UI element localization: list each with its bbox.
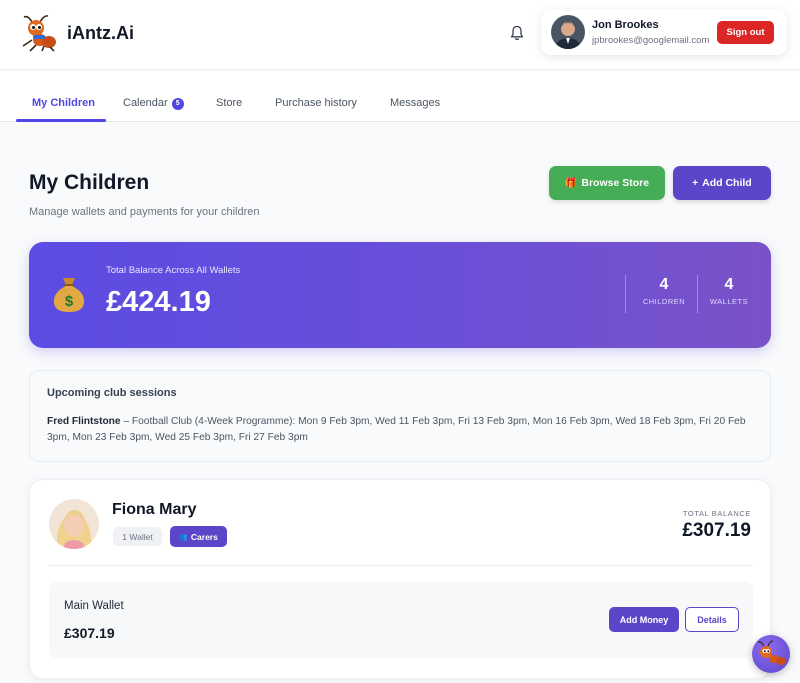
tab-store[interactable]: Store bbox=[216, 97, 242, 109]
user-name: Jon Brookes bbox=[592, 19, 659, 31]
gift-icon: 🎁 bbox=[564, 177, 578, 189]
card-divider bbox=[49, 565, 753, 566]
money-bag-icon: $ bbox=[53, 278, 85, 312]
child-avatar bbox=[49, 499, 99, 549]
child-total-balance-value: £307.19 bbox=[682, 520, 751, 541]
carers-button[interactable]: 👥 Carers bbox=[170, 526, 227, 547]
main-tabs: My Children Calendar 5 Store Purchase his… bbox=[0, 71, 800, 122]
carers-label: Carers bbox=[190, 531, 218, 542]
calendar-count-badge: 5 bbox=[171, 97, 184, 110]
tab-calendar[interactable]: Calendar 5 bbox=[123, 97, 184, 110]
svg-text:$: $ bbox=[65, 293, 74, 310]
session-entry: Fred Flintstone – Football Club (4-Week … bbox=[47, 414, 762, 446]
page-subtitle: Manage wallets and payments for your chi… bbox=[29, 206, 260, 218]
tab-messages[interactable]: Messages bbox=[390, 97, 440, 109]
wallet-count-tag: 1 Wallet bbox=[113, 527, 162, 546]
children-count: 4 bbox=[659, 276, 669, 293]
people-icon: 👥 bbox=[179, 533, 188, 541]
upcoming-sessions-panel: Upcoming club sessions Fred Flintstone –… bbox=[29, 370, 771, 462]
browse-store-label: Browse Store bbox=[581, 177, 650, 189]
stat-divider bbox=[697, 275, 698, 313]
children-stat: 4 CHILDREN bbox=[634, 276, 694, 306]
plus-icon: + bbox=[692, 177, 699, 189]
tab-calendar-label: Calendar bbox=[123, 97, 168, 109]
active-tab-indicator bbox=[16, 119, 106, 122]
wallets-stat: 4 WALLETS bbox=[699, 276, 759, 306]
child-name: Fiona Mary bbox=[112, 501, 197, 518]
tab-my-children[interactable]: My Children bbox=[32, 97, 95, 109]
wallets-label: WALLETS bbox=[709, 297, 749, 306]
user-email: jpbrookes@googlemail.com bbox=[592, 35, 710, 46]
user-profile-card: Jon Brookes jpbrookes@googlemail.com Sig… bbox=[541, 9, 787, 55]
total-balance-value: £424.19 bbox=[106, 286, 211, 318]
total-balance-banner: $ Total Balance Across All Wallets £424.… bbox=[29, 242, 771, 348]
tab-purchase-history[interactable]: Purchase history bbox=[275, 97, 357, 109]
add-money-button[interactable]: Add Money bbox=[609, 607, 679, 632]
wallet-balance: £307.19 bbox=[64, 625, 115, 641]
add-child-label: Add Child bbox=[702, 177, 752, 189]
total-balance-label: Total Balance Across All Wallets bbox=[106, 265, 241, 276]
app-header: iAntz.Ai Jon Brookes jpbrookes@googlemai… bbox=[0, 0, 800, 70]
wallet-details-button[interactable]: Details bbox=[685, 607, 739, 632]
ant-assistant-icon bbox=[757, 640, 786, 665]
wallets-count: 4 bbox=[724, 276, 734, 293]
add-child-button[interactable]: + Add Child bbox=[673, 166, 771, 200]
ant-mascot-icon[interactable] bbox=[18, 14, 58, 52]
brand-name: iAntz.Ai bbox=[67, 23, 134, 43]
child-card: Fiona Mary 1 Wallet 👥 Carers TOTAL BALAN… bbox=[29, 479, 771, 679]
child-total-balance-label: TOTAL BALANCE bbox=[682, 509, 751, 518]
session-separator: – bbox=[120, 416, 132, 427]
page-title: My Children bbox=[29, 171, 150, 194]
stat-divider bbox=[625, 275, 626, 313]
children-label: CHILDREN bbox=[642, 297, 686, 306]
session-details: Football Club (4-Week Programme): Mon 9 … bbox=[47, 416, 746, 443]
user-avatar bbox=[551, 15, 585, 49]
bell-icon[interactable] bbox=[508, 24, 526, 42]
sign-out-button[interactable]: Sign out bbox=[717, 21, 774, 44]
wallet-name: Main Wallet bbox=[64, 600, 124, 612]
session-child-name: Fred Flintstone bbox=[47, 416, 121, 427]
sessions-title: Upcoming club sessions bbox=[47, 387, 177, 399]
assistant-chat-button[interactable] bbox=[752, 635, 790, 673]
browse-store-button[interactable]: 🎁 Browse Store bbox=[549, 166, 665, 200]
wallet-row: Main Wallet £307.19 Add Money Details bbox=[49, 582, 753, 658]
